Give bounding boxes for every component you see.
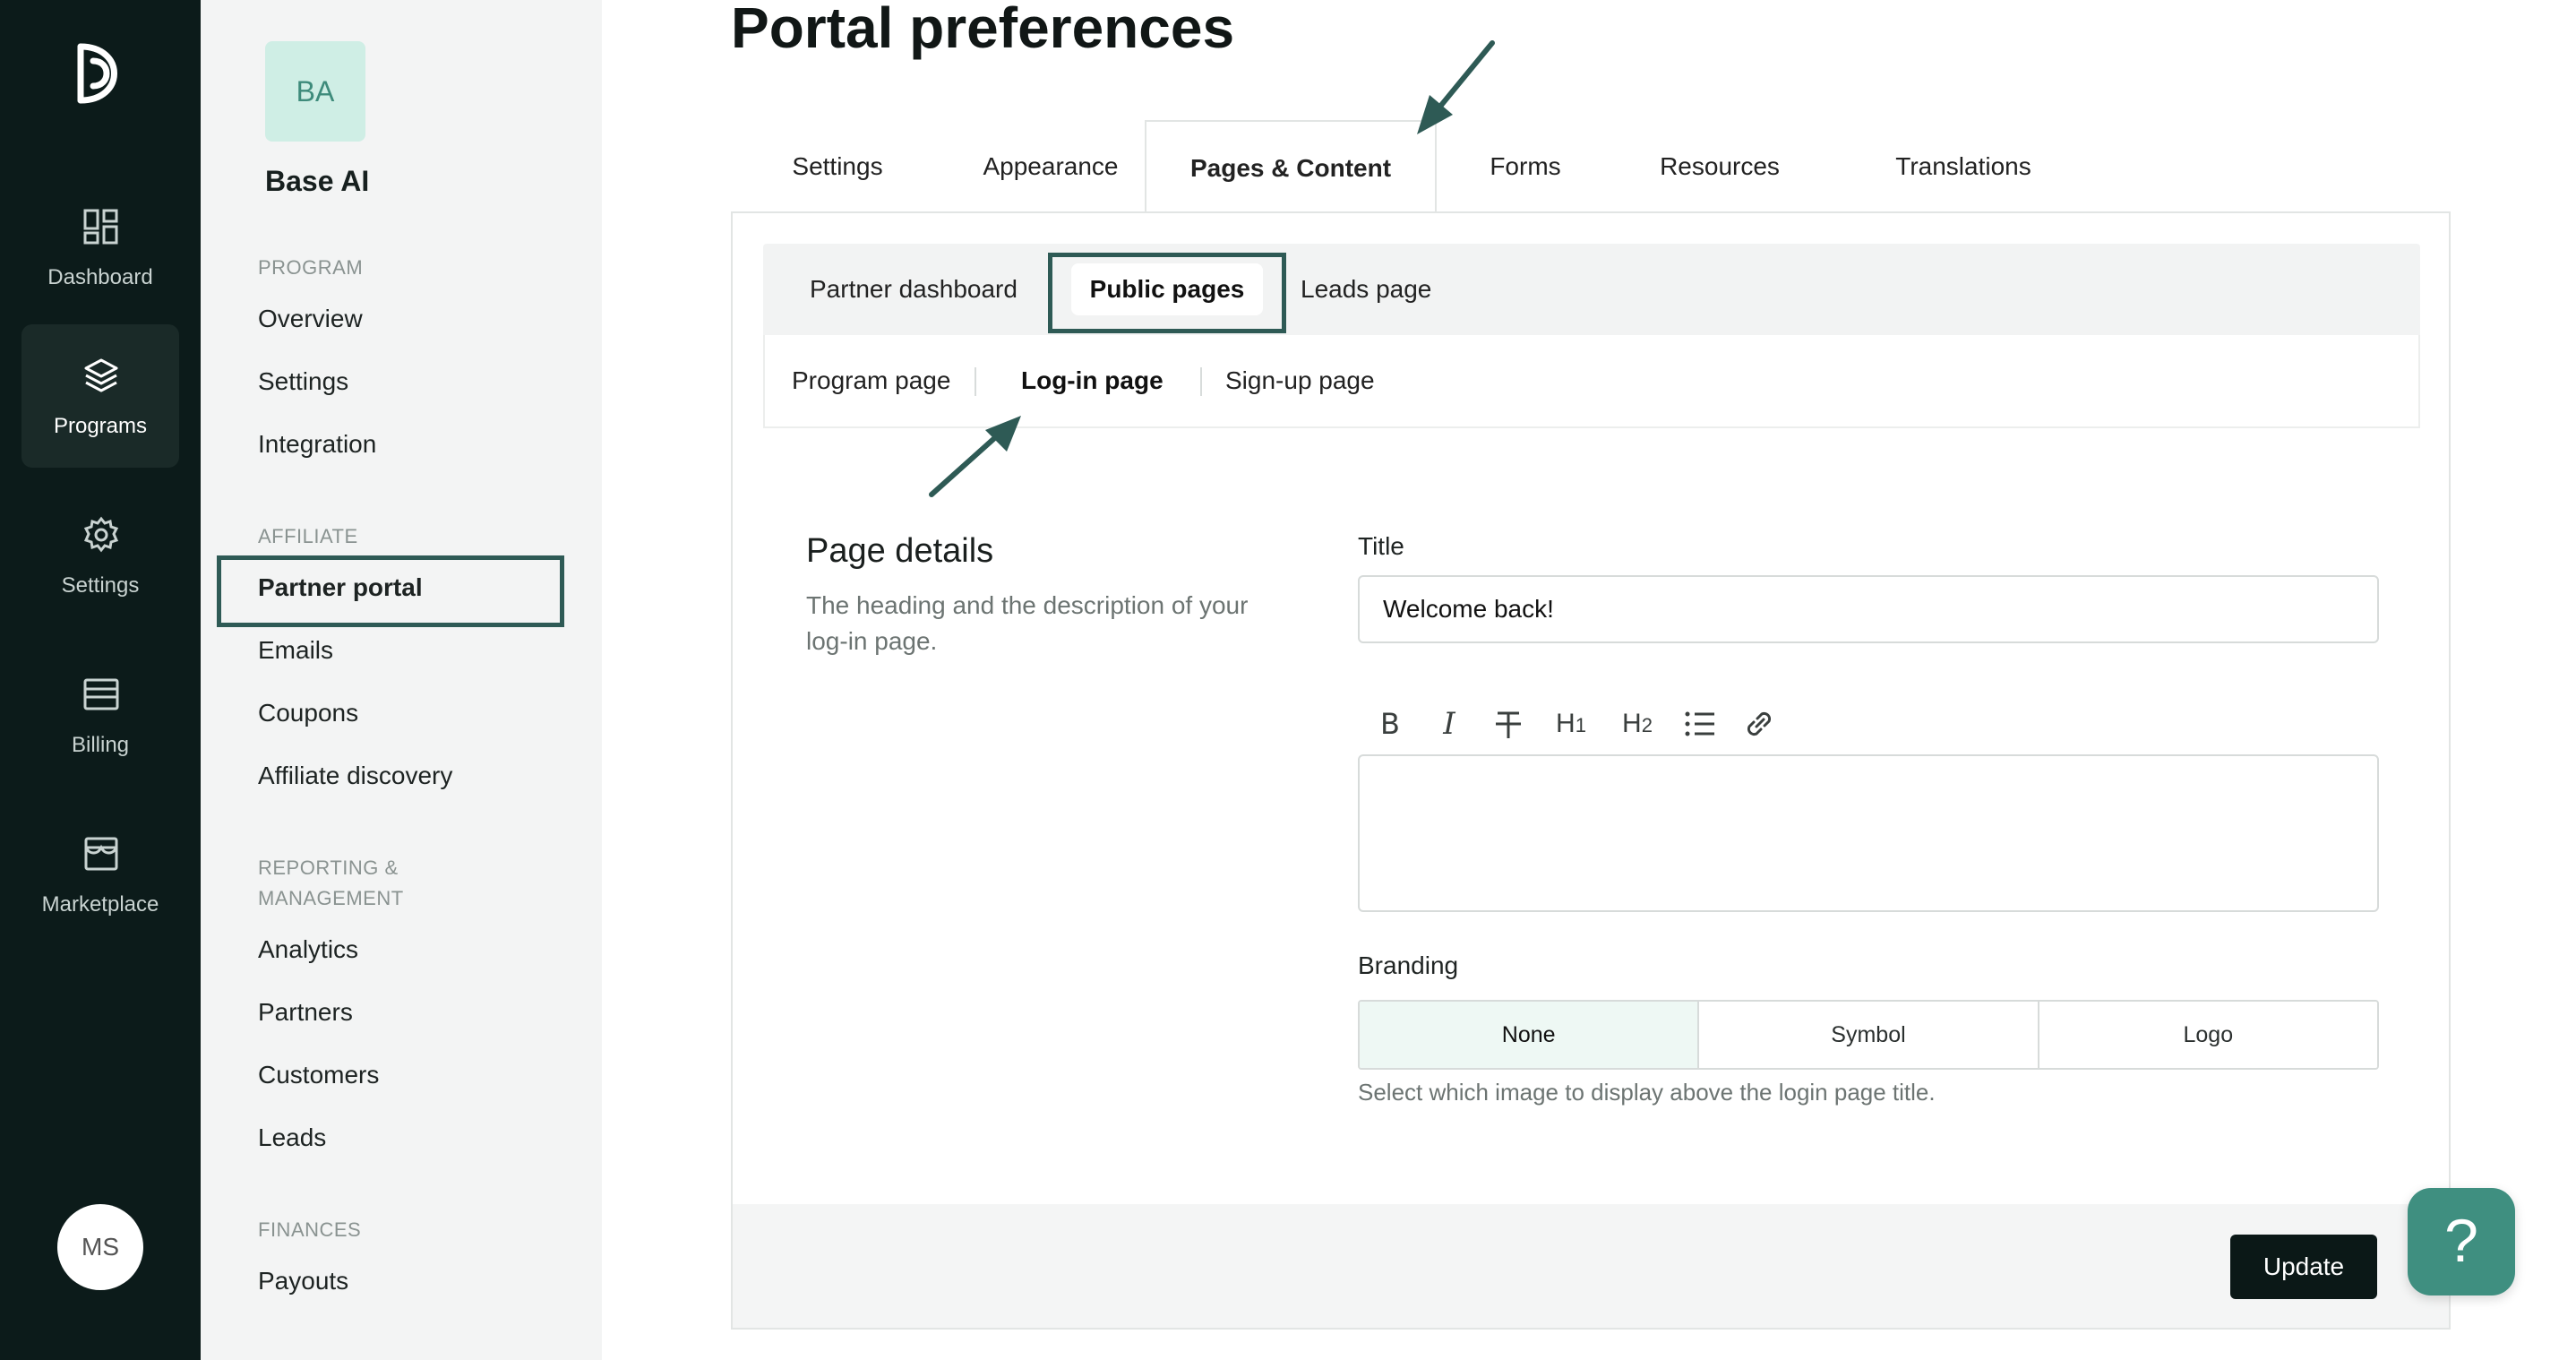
sidebar-item-integration[interactable]: Integration <box>258 430 376 459</box>
org-avatar: BA <box>265 41 365 142</box>
content-panel: Partner dashboard Public pages Leads pag… <box>731 211 2451 1330</box>
divider <box>975 367 976 396</box>
subtab-bar: Partner dashboard Public pages Leads pag… <box>763 244 2420 335</box>
heading2-icon[interactable]: H2 <box>1614 704 1661 744</box>
section-heading-finances: FINANCES <box>258 1218 362 1241</box>
sidebar-item-coupons[interactable]: Coupons <box>258 699 358 727</box>
sidebar-item-payouts[interactable]: Payouts <box>258 1267 348 1295</box>
branding-option-none[interactable]: None <box>1360 1002 1700 1068</box>
dashboard-icon <box>82 208 120 245</box>
program-sidebar: BA Base AI PROGRAM Overview Settings Int… <box>201 0 602 1360</box>
sidebar-item-settings[interactable]: Settings <box>258 367 348 396</box>
sidebar-item-partner-portal[interactable]: Partner portal <box>258 573 423 602</box>
heading1-icon[interactable]: H1 <box>1548 704 1594 744</box>
section-heading-program: PROGRAM <box>258 256 364 279</box>
update-button[interactable]: Update <box>2230 1235 2377 1299</box>
tab-appearance[interactable]: Appearance <box>951 120 1150 213</box>
rail-item-settings[interactable]: Settings <box>21 484 179 627</box>
italic-icon[interactable]: I <box>1430 704 1469 744</box>
rail-item-programs[interactable]: Programs <box>21 324 179 468</box>
rail-label: Programs <box>53 414 148 438</box>
rail-label: Marketplace <box>41 892 159 917</box>
section-description: The heading and the description of your … <box>806 591 1249 655</box>
rail-item-marketplace[interactable]: Marketplace <box>21 803 179 946</box>
pagetab-log-in-page[interactable]: Log-in page <box>1021 335 1163 426</box>
tab-resources[interactable]: Resources <box>1623 120 1816 213</box>
rail-item-dashboard[interactable]: Dashboard <box>21 176 179 319</box>
sidebar-item-affiliate-discovery[interactable]: Affiliate discovery <box>258 762 452 790</box>
logo-icon[interactable] <box>72 38 129 109</box>
sidebar-item-overview[interactable]: Overview <box>258 305 363 333</box>
rail-label: Dashboard <box>47 265 153 289</box>
sidebar-item-leads[interactable]: Leads <box>258 1123 326 1152</box>
branding-hint: Select which image to display above the … <box>1358 1079 1936 1106</box>
description-editor[interactable] <box>1358 754 2379 912</box>
subtab-leads-page[interactable]: Leads page <box>1301 244 1431 335</box>
rail-label: Settings <box>61 573 140 598</box>
avatar[interactable]: MS <box>57 1204 143 1290</box>
link-icon[interactable] <box>1739 704 1779 744</box>
page-title: Portal preferences <box>731 0 1235 60</box>
section-heading-reporting: REPORTING & MANAGEMENT <box>258 856 404 909</box>
tab-pages-content[interactable]: Pages & Content <box>1145 120 1437 215</box>
gear-icon <box>82 516 120 554</box>
pagetab-sign-up-page[interactable]: Sign-up page <box>1225 335 1375 426</box>
rail-item-billing[interactable]: Billing <box>21 643 179 787</box>
branding-label: Branding <box>1358 951 1459 979</box>
sidebar-item-emails[interactable]: Emails <box>258 636 333 665</box>
store-icon <box>82 835 120 873</box>
main-tabs: Settings Appearance Pages & Content Form… <box>731 120 2451 215</box>
title-label: Title <box>1358 532 1404 560</box>
annotation-arrow-icon <box>1397 36 1505 143</box>
bold-icon[interactable]: B <box>1370 704 1410 744</box>
section-title: Page details <box>806 532 994 570</box>
editor-toolbar: B I H1 H2 <box>1370 702 1779 745</box>
subtab-partner-dashboard[interactable]: Partner dashboard <box>810 244 1018 335</box>
tab-settings[interactable]: Settings <box>760 120 915 213</box>
layers-icon <box>82 357 120 394</box>
billing-icon <box>82 676 120 713</box>
annotation-arrow-icon <box>924 412 1032 502</box>
sidebar-item-customers[interactable]: Customers <box>258 1061 379 1089</box>
left-rail: Dashboard Programs Settings Billing Mark… <box>0 0 201 1360</box>
branding-option-symbol[interactable]: Symbol <box>1699 1002 2039 1068</box>
panel-footer: Update <box>733 1204 2449 1328</box>
divider <box>1200 367 1202 396</box>
sidebar-item-partners[interactable]: Partners <box>258 998 353 1027</box>
strikethrough-icon[interactable] <box>1489 704 1528 744</box>
branding-option-logo[interactable]: Logo <box>2039 1002 2377 1068</box>
title-input[interactable]: Welcome back! <box>1358 575 2379 643</box>
section-heading-affiliate: AFFILIATE <box>258 525 358 547</box>
sidebar-item-analytics[interactable]: Analytics <box>258 935 358 964</box>
org-name: Base AI <box>265 165 370 197</box>
highlight-box <box>1048 253 1286 333</box>
rail-label: Billing <box>71 733 130 757</box>
help-button[interactable]: ? <box>2408 1188 2515 1295</box>
tab-translations[interactable]: Translations <box>1847 120 2080 213</box>
bullet-list-icon[interactable] <box>1680 704 1720 744</box>
question-mark-icon: ? <box>2444 1207 2478 1275</box>
branding-selector: None Symbol Logo <box>1358 1000 2379 1070</box>
